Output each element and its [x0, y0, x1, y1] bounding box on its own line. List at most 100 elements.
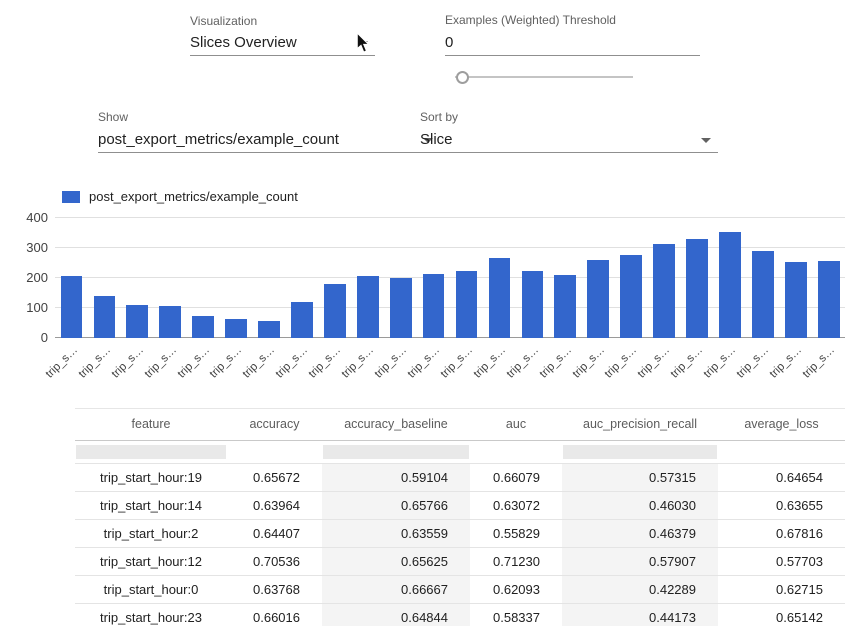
column-header-accuracy_baseline[interactable]: accuracy_baseline	[322, 409, 470, 441]
show-dropdown[interactable]: post_export_metrics/example_count	[98, 127, 440, 153]
x-tick-label: trip_s…	[735, 344, 772, 381]
filter-box[interactable]	[563, 445, 717, 459]
filter-cell	[562, 441, 718, 464]
x-tick-label: trip_s…	[636, 344, 673, 381]
slider-thumb[interactable]	[456, 71, 469, 84]
bar-slot	[285, 218, 318, 338]
bar[interactable]	[522, 271, 544, 338]
filter-box[interactable]	[76, 445, 226, 459]
filter-cell	[75, 441, 227, 464]
y-tick-label: 200	[8, 270, 48, 286]
bar-slot	[450, 218, 483, 338]
table-row[interactable]: trip_start_hour:230.660160.648440.583370…	[75, 604, 845, 626]
x-tick-label: trip_s…	[43, 344, 80, 381]
x-tick-label: trip_s…	[208, 344, 245, 381]
y-tick-label: 100	[8, 300, 48, 316]
chart-legend: post_export_metrics/example_count	[62, 189, 298, 204]
column-header-auc[interactable]: auc	[470, 409, 562, 441]
x-tick-label: trip_s…	[76, 344, 113, 381]
column-header-feature[interactable]: feature	[75, 409, 227, 441]
metric-cell: 0.57315	[562, 464, 718, 492]
filter-cell	[227, 441, 322, 464]
bar-slot	[154, 218, 187, 338]
metrics-table: featureaccuracyaccuracy_baselineaucauc_p…	[75, 408, 845, 626]
table-row[interactable]: trip_start_hour:190.656720.591040.660790…	[75, 464, 845, 492]
bar-slot	[483, 218, 516, 338]
x-tick-label: trip_s…	[669, 344, 706, 381]
bar[interactable]	[423, 274, 445, 338]
bar-slot	[713, 218, 746, 338]
y-tick-label: 300	[8, 240, 48, 256]
x-tick-label: trip_s…	[142, 344, 179, 381]
y-tick-label: 400	[8, 210, 48, 226]
bar-slot	[648, 218, 681, 338]
bar[interactable]	[686, 239, 708, 338]
x-tick-label: trip_s…	[702, 344, 739, 381]
bar[interactable]	[587, 260, 609, 338]
bar[interactable]	[61, 276, 83, 338]
bar-slot	[779, 218, 812, 338]
bar[interactable]	[456, 271, 478, 338]
bar[interactable]	[489, 258, 511, 338]
x-tick-label: trip_s…	[603, 344, 640, 381]
bar[interactable]	[159, 306, 181, 338]
chart-bars	[55, 218, 845, 338]
threshold-slider[interactable]	[455, 70, 633, 83]
visualization-dropdown[interactable]: Slices Overview	[190, 30, 375, 56]
x-tick-label: trip_s…	[438, 344, 475, 381]
column-header-average_loss[interactable]: average_loss	[718, 409, 845, 441]
metric-cell: 0.71230	[470, 548, 562, 576]
x-tick-label: trip_s…	[471, 344, 508, 381]
threshold-input[interactable]: 0	[445, 30, 700, 56]
bar[interactable]	[258, 321, 280, 338]
bar[interactable]	[719, 232, 741, 338]
bar[interactable]	[357, 276, 379, 338]
bar[interactable]	[653, 244, 675, 338]
x-tick-label: trip_s…	[801, 344, 838, 381]
filter-cell	[470, 441, 562, 464]
bar[interactable]	[554, 275, 576, 338]
table-row[interactable]: trip_start_hour:140.639640.657660.630720…	[75, 492, 845, 520]
show-label: Show	[98, 110, 128, 124]
metric-cell: 0.55829	[470, 520, 562, 548]
metric-cell: 0.63768	[227, 576, 322, 604]
table-row[interactable]: trip_start_hour:20.644070.635590.558290.…	[75, 520, 845, 548]
bar[interactable]	[126, 305, 148, 338]
x-tick-label: trip_s…	[768, 344, 805, 381]
metric-cell: 0.65672	[227, 464, 322, 492]
bar[interactable]	[785, 262, 807, 338]
x-tick-label: trip_s…	[340, 344, 377, 381]
metric-cell: 0.70536	[227, 548, 322, 576]
y-tick-label: 0	[8, 330, 48, 346]
bar-slot	[746, 218, 779, 338]
bar[interactable]	[324, 284, 346, 338]
table-row[interactable]: trip_start_hour:120.705360.656250.712300…	[75, 548, 845, 576]
metric-cell: 0.58337	[470, 604, 562, 626]
bar[interactable]	[94, 296, 116, 338]
bar-slot	[582, 218, 615, 338]
bar-slot	[549, 218, 582, 338]
legend-label: post_export_metrics/example_count	[89, 189, 298, 204]
sort-dropdown[interactable]: Slice	[420, 127, 718, 153]
metric-cell: 0.65766	[322, 492, 470, 520]
metric-cell: 0.57907	[562, 548, 718, 576]
bar[interactable]	[192, 316, 214, 339]
bar[interactable]	[620, 255, 642, 338]
bar[interactable]	[225, 319, 247, 338]
bar-slot	[351, 218, 384, 338]
filter-box[interactable]	[323, 445, 469, 459]
bar[interactable]	[390, 278, 412, 338]
metric-cell: 0.66079	[470, 464, 562, 492]
bar-slot	[318, 218, 351, 338]
slider-track[interactable]	[455, 76, 633, 78]
column-header-auc_precision_recall[interactable]: auc_precision_recall	[562, 409, 718, 441]
column-header-accuracy[interactable]: accuracy	[227, 409, 322, 441]
metric-cell: 0.66016	[227, 604, 322, 626]
table-row[interactable]: trip_start_hour:00.637680.666670.620930.…	[75, 576, 845, 604]
metric-cell: 0.63655	[718, 492, 845, 520]
bar[interactable]	[291, 302, 313, 338]
bar[interactable]	[752, 251, 774, 338]
chevron-down-icon	[701, 138, 711, 143]
bar[interactable]	[818, 261, 840, 338]
metric-cell: 0.44173	[562, 604, 718, 626]
